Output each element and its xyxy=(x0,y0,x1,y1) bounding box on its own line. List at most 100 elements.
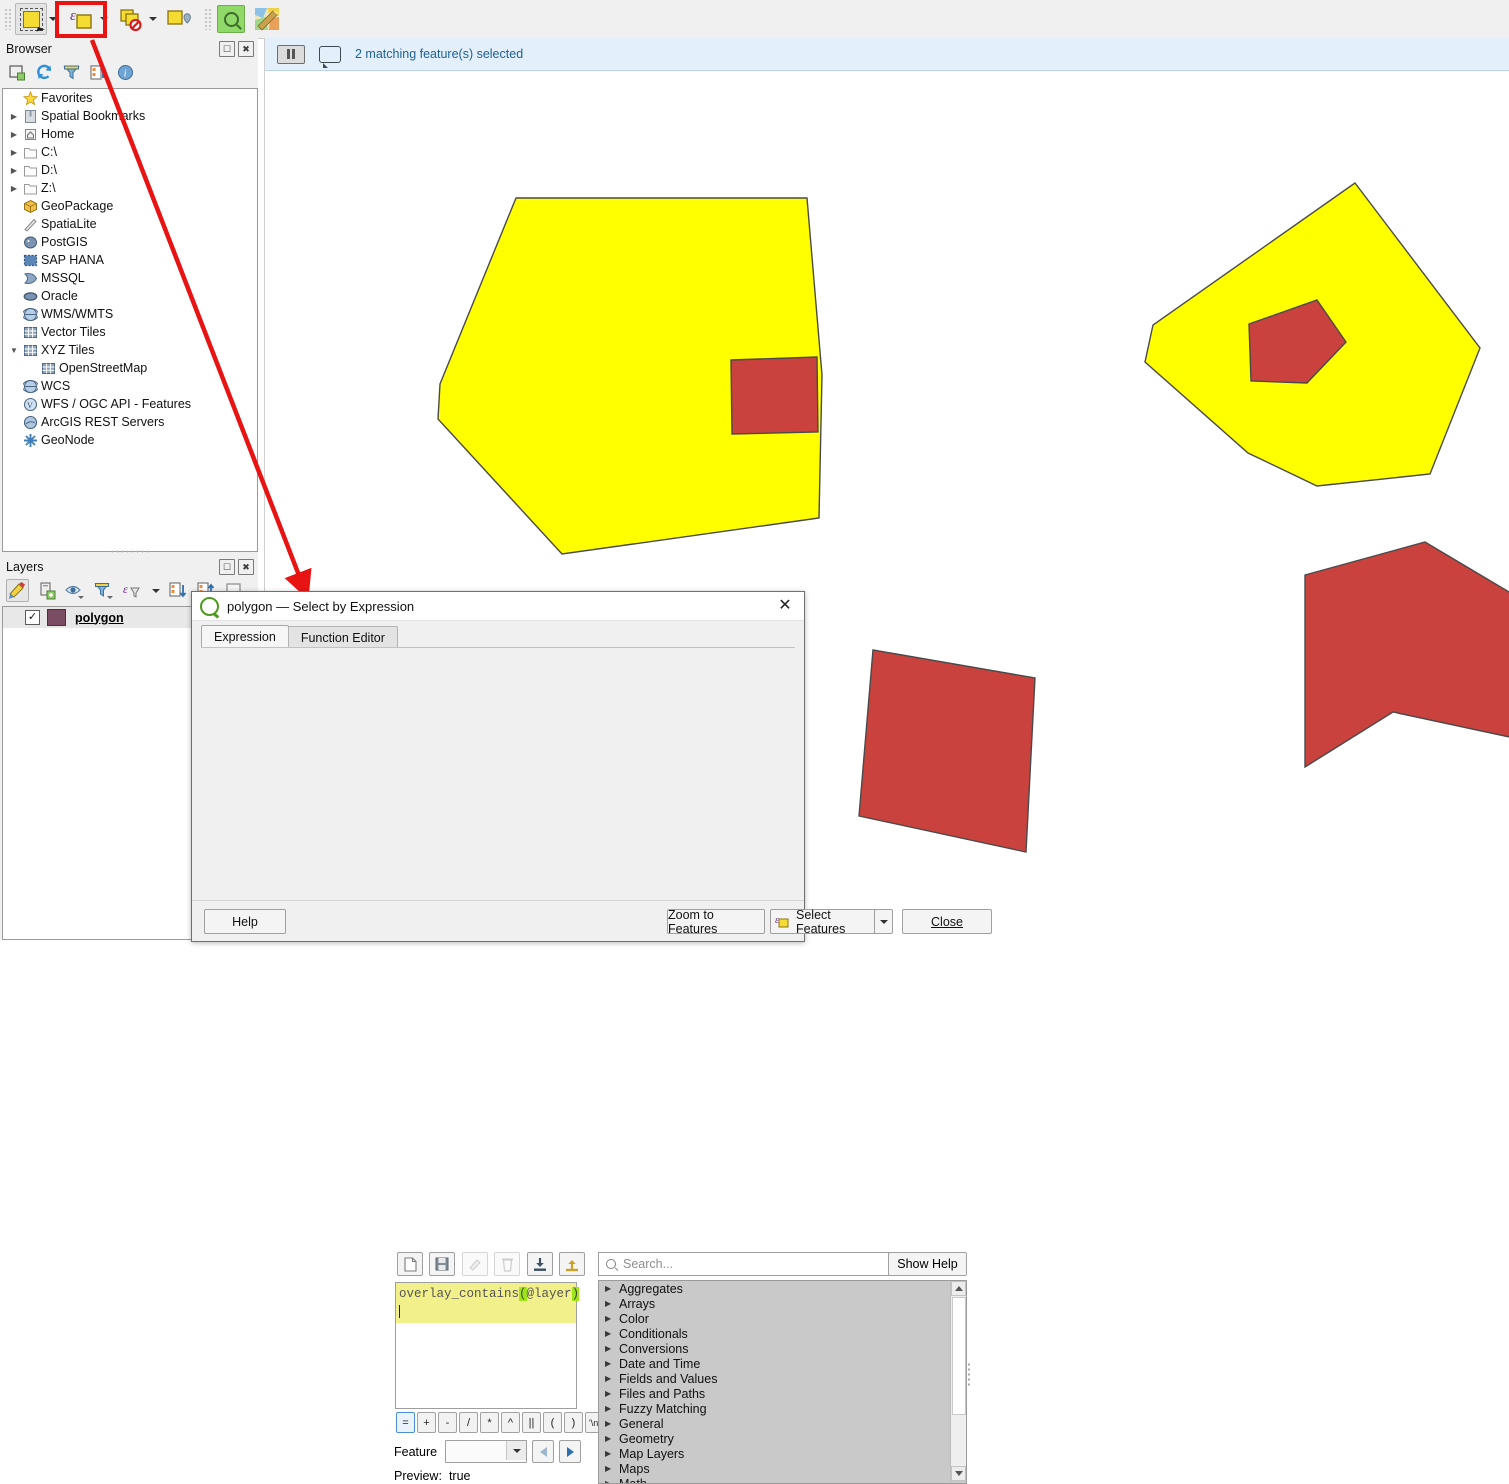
scroll-up-icon[interactable] xyxy=(951,1281,966,1296)
save-button[interactable] xyxy=(429,1252,455,1276)
expression-editor[interactable]: overlay_contains(@layer) xyxy=(395,1282,577,1409)
layers-filter-icon[interactable] xyxy=(94,582,114,600)
browser-item-home[interactable]: ▶Home xyxy=(3,125,257,143)
style-manager-icon[interactable] xyxy=(6,579,29,602)
expand-arrow-icon[interactable]: ▶ xyxy=(605,1449,619,1458)
browser-item-favorites[interactable]: Favorites xyxy=(3,89,257,107)
browser-item-arcgis-rest-servers[interactable]: ArcGIS REST Servers xyxy=(3,413,257,431)
browser-item-spatial-bookmarks[interactable]: ▶Spatial Bookmarks xyxy=(3,107,257,125)
browser-tree[interactable]: Favorites▶Spatial Bookmarks▶Home▶C:\▶D:\… xyxy=(2,88,258,552)
operator-button-[interactable]: || xyxy=(522,1412,541,1433)
browser-item-vector-tiles[interactable]: Vector Tiles xyxy=(3,323,257,341)
browser-item-geopackage[interactable]: GeoPackage xyxy=(3,197,257,215)
browser-item-c[interactable]: ▶C:\ xyxy=(3,143,257,161)
collapse-all-icon[interactable] xyxy=(90,64,107,81)
close-button[interactable]: Close xyxy=(902,909,992,934)
function-list[interactable]: ▶Aggregates▶Arrays▶Color▶Conditionals▶Co… xyxy=(598,1280,967,1484)
expand-all-icon[interactable] xyxy=(169,582,188,600)
browser-item-postgis[interactable]: PostGIS xyxy=(3,233,257,251)
browser-item-sap-hana[interactable]: SAP HANA xyxy=(3,251,257,269)
expand-arrow-icon[interactable]: ▶ xyxy=(7,148,21,157)
expand-arrow-icon[interactable]: ▶ xyxy=(605,1419,619,1428)
browser-item-d[interactable]: ▶D:\ xyxy=(3,161,257,179)
expand-arrow-icon[interactable]: ▶ xyxy=(7,130,21,139)
expand-arrow-icon[interactable]: ▶ xyxy=(605,1314,619,1323)
function-list-scrollbar[interactable] xyxy=(950,1281,966,1481)
message-bar-toggle-icon[interactable] xyxy=(277,45,305,64)
splitter-grip[interactable] xyxy=(967,1362,972,1388)
select-features-by-area-button[interactable] xyxy=(15,3,47,35)
scroll-down-icon[interactable] xyxy=(951,1466,966,1481)
expression-filter-dropdown-arrow[interactable] xyxy=(152,589,160,593)
select-features-button[interactable]: ε Select Features xyxy=(770,909,880,934)
browser-item-xyz-tiles[interactable]: ▼XYZ Tiles xyxy=(3,341,257,359)
feature-combo-arrow[interactable] xyxy=(506,1441,526,1460)
expand-arrow-icon[interactable]: ▶ xyxy=(7,166,21,175)
zoom-to-features-button[interactable]: Zoom to Features xyxy=(667,909,765,934)
expression-filter-icon[interactable]: ε xyxy=(123,582,145,600)
operator-button-[interactable]: ) xyxy=(564,1412,583,1433)
function-group-conversions[interactable]: ▶Conversions xyxy=(599,1341,966,1356)
operator-button-[interactable]: = xyxy=(396,1412,415,1433)
expand-arrow-icon[interactable]: ▶ xyxy=(7,112,21,121)
info-icon[interactable]: i xyxy=(117,64,134,81)
operator-button-[interactable]: + xyxy=(417,1412,436,1433)
open-attribute-table-button[interactable] xyxy=(251,3,283,35)
function-group-aggregates[interactable]: ▶Aggregates xyxy=(599,1281,966,1296)
operator-button-[interactable]: ( xyxy=(543,1412,562,1433)
expand-arrow-icon[interactable]: ▶ xyxy=(605,1404,619,1413)
function-group-files-and-paths[interactable]: ▶Files and Paths xyxy=(599,1386,966,1401)
browser-close-icon[interactable]: ✖ xyxy=(238,41,254,57)
show-help-button[interactable]: Show Help xyxy=(888,1252,967,1276)
function-group-fuzzy-matching[interactable]: ▶Fuzzy Matching xyxy=(599,1401,966,1416)
layer-visibility-checkbox[interactable]: ✓ xyxy=(25,610,40,625)
expand-arrow-icon[interactable]: ▶ xyxy=(7,184,21,193)
expand-arrow-icon[interactable]: ▼ xyxy=(7,346,21,355)
import-button[interactable] xyxy=(527,1252,553,1276)
expand-arrow-icon[interactable]: ▶ xyxy=(605,1389,619,1398)
browser-item-openstreetmap[interactable]: OpenStreetMap xyxy=(3,359,257,377)
search-input[interactable]: Search... xyxy=(598,1252,890,1276)
identify-features-button[interactable] xyxy=(215,3,247,35)
browser-item-mssql[interactable]: MSSQL xyxy=(3,269,257,287)
map-feature-square-lower-left[interactable] xyxy=(859,650,1035,852)
layers-close-icon[interactable]: ✖ xyxy=(238,559,254,575)
new-file-button[interactable] xyxy=(397,1252,423,1276)
browser-item-wfs-ogc-api-features[interactable]: VWFS / OGC API - Features xyxy=(3,395,257,413)
toolbar-grip-2[interactable] xyxy=(204,8,212,30)
map-feature-rect-inside-heptagon[interactable] xyxy=(731,357,818,434)
function-group-arrays[interactable]: ▶Arrays xyxy=(599,1296,966,1311)
deselect-features-dropdown-arrow[interactable] xyxy=(147,6,158,32)
delete-button[interactable] xyxy=(494,1252,520,1276)
operator-button-[interactable]: * xyxy=(480,1412,499,1433)
expand-arrow-icon[interactable]: ▶ xyxy=(605,1434,619,1443)
browser-item-wms-wmts[interactable]: WMS/WMTS xyxy=(3,305,257,323)
expand-arrow-icon[interactable]: ▶ xyxy=(605,1299,619,1308)
tab-expression[interactable]: Expression xyxy=(201,625,289,648)
eye-icon[interactable] xyxy=(65,582,85,600)
expand-arrow-icon[interactable]: ▶ xyxy=(605,1329,619,1338)
add-group-icon[interactable] xyxy=(38,582,56,600)
function-group-math[interactable]: ▶Math xyxy=(599,1476,966,1484)
browser-item-geonode[interactable]: GeoNode xyxy=(3,431,257,449)
function-group-geometry[interactable]: ▶Geometry xyxy=(599,1431,966,1446)
operator-button-[interactable]: - xyxy=(438,1412,457,1433)
function-group-fields-and-values[interactable]: ▶Fields and Values xyxy=(599,1371,966,1386)
expand-arrow-icon[interactable]: ▶ xyxy=(605,1479,619,1484)
feature-combo[interactable] xyxy=(445,1440,527,1463)
browser-item-z[interactable]: ▶Z:\ xyxy=(3,179,257,197)
toolbar-grip[interactable] xyxy=(4,8,12,30)
next-feature-button[interactable] xyxy=(559,1440,581,1463)
function-group-date-and-time[interactable]: ▶Date and Time xyxy=(599,1356,966,1371)
browser-item-spatialite[interactable]: SpatiaLite xyxy=(3,215,257,233)
refresh-icon[interactable] xyxy=(36,64,53,81)
scrollbar-thumb[interactable] xyxy=(952,1297,966,1415)
operator-button-[interactable]: / xyxy=(459,1412,478,1433)
select-value-button[interactable] xyxy=(162,3,194,35)
function-group-color[interactable]: ▶Color xyxy=(599,1311,966,1326)
expand-arrow-icon[interactable]: ▶ xyxy=(605,1374,619,1383)
export-button[interactable] xyxy=(559,1252,585,1276)
previous-feature-button[interactable] xyxy=(532,1440,554,1463)
edit-button[interactable] xyxy=(462,1252,488,1276)
filter-icon[interactable] xyxy=(63,64,80,81)
